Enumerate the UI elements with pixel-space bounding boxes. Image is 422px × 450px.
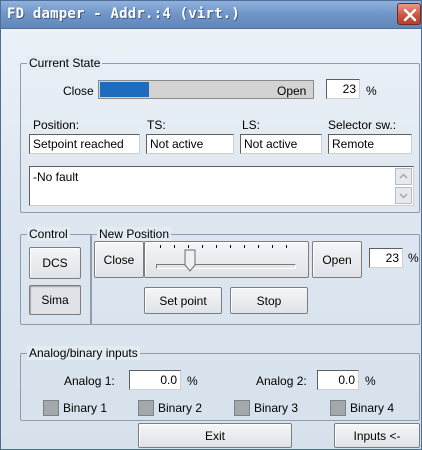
- position-slider-track[interactable]: [156, 264, 296, 269]
- analog2-field: 0.0: [317, 370, 359, 390]
- binary1-indicator: [43, 400, 59, 416]
- chevron-down-icon: [399, 193, 408, 199]
- binary3-label: Binary 3: [254, 401, 299, 415]
- new-position-percent-unit: %: [408, 251, 419, 265]
- fault-message-text: -No fault: [33, 170, 79, 184]
- position-status-field: Setpoint reached: [29, 134, 140, 154]
- chevron-up-icon: [399, 173, 408, 179]
- binary4-label: Binary 4: [350, 401, 395, 415]
- close-icon: [403, 8, 417, 22]
- selector-switch-field: Remote: [328, 134, 412, 154]
- set-point-button[interactable]: Set point: [144, 287, 222, 314]
- analog1-field: 0.0: [129, 370, 181, 390]
- ts-label: TS:: [147, 118, 166, 132]
- title-bar[interactable]: FD damper - Addr.:4 (virt.): [1, 1, 421, 29]
- new-position-slider-frame: [144, 241, 309, 278]
- binary4-indicator: [330, 400, 346, 416]
- dcs-button[interactable]: DCS: [29, 247, 81, 279]
- fd-damper-window: FD damper - Addr.:4 (virt.) Current Stat…: [0, 0, 422, 450]
- current-position-field: 23: [326, 79, 360, 99]
- inputs-toggle-button[interactable]: Inputs <-: [334, 423, 420, 448]
- ls-status-field: Not active: [240, 134, 322, 154]
- analog2-label: Analog 2:: [256, 374, 307, 388]
- binary2-indicator: [138, 400, 154, 416]
- current-open-label: Open: [277, 84, 307, 98]
- position-slider-thumb[interactable]: [184, 249, 196, 273]
- analog2-unit: %: [365, 374, 376, 388]
- sima-button[interactable]: Sima: [29, 285, 81, 315]
- new-position-open-button[interactable]: Open: [312, 241, 362, 278]
- exit-button[interactable]: Exit: [138, 423, 292, 448]
- fault-scroll-down-button[interactable]: [395, 187, 412, 204]
- stop-button[interactable]: Stop: [230, 287, 308, 314]
- current-percent-unit: %: [366, 84, 377, 98]
- position-progress-fill: [100, 82, 149, 97]
- binary1-label: Binary 1: [63, 401, 108, 415]
- analog-binary-title: Analog/binary inputs: [27, 346, 140, 360]
- control-title: Control: [27, 227, 70, 241]
- fault-message-box[interactable]: -No fault: [29, 166, 414, 206]
- current-close-label: Close: [63, 84, 94, 98]
- current-state-title: Current State: [27, 56, 103, 70]
- close-window-button[interactable]: [397, 3, 421, 25]
- analog1-unit: %: [187, 374, 198, 388]
- new-position-title: New Position: [97, 227, 172, 241]
- window-title: FD damper - Addr.:4 (virt.): [7, 6, 240, 22]
- fault-scroll-up-button[interactable]: [395, 168, 412, 185]
- new-position-value-field[interactable]: 23: [369, 248, 403, 268]
- selector-switch-label: Selector sw.:: [328, 118, 397, 132]
- position-label: Position:: [33, 118, 80, 132]
- analog1-label: Analog 1:: [64, 374, 115, 388]
- binary3-indicator: [234, 400, 250, 416]
- new-position-close-button[interactable]: Close: [94, 241, 144, 278]
- binary2-label: Binary 2: [158, 401, 203, 415]
- ts-status-field: Not active: [146, 134, 234, 154]
- ls-label: LS:: [242, 118, 261, 132]
